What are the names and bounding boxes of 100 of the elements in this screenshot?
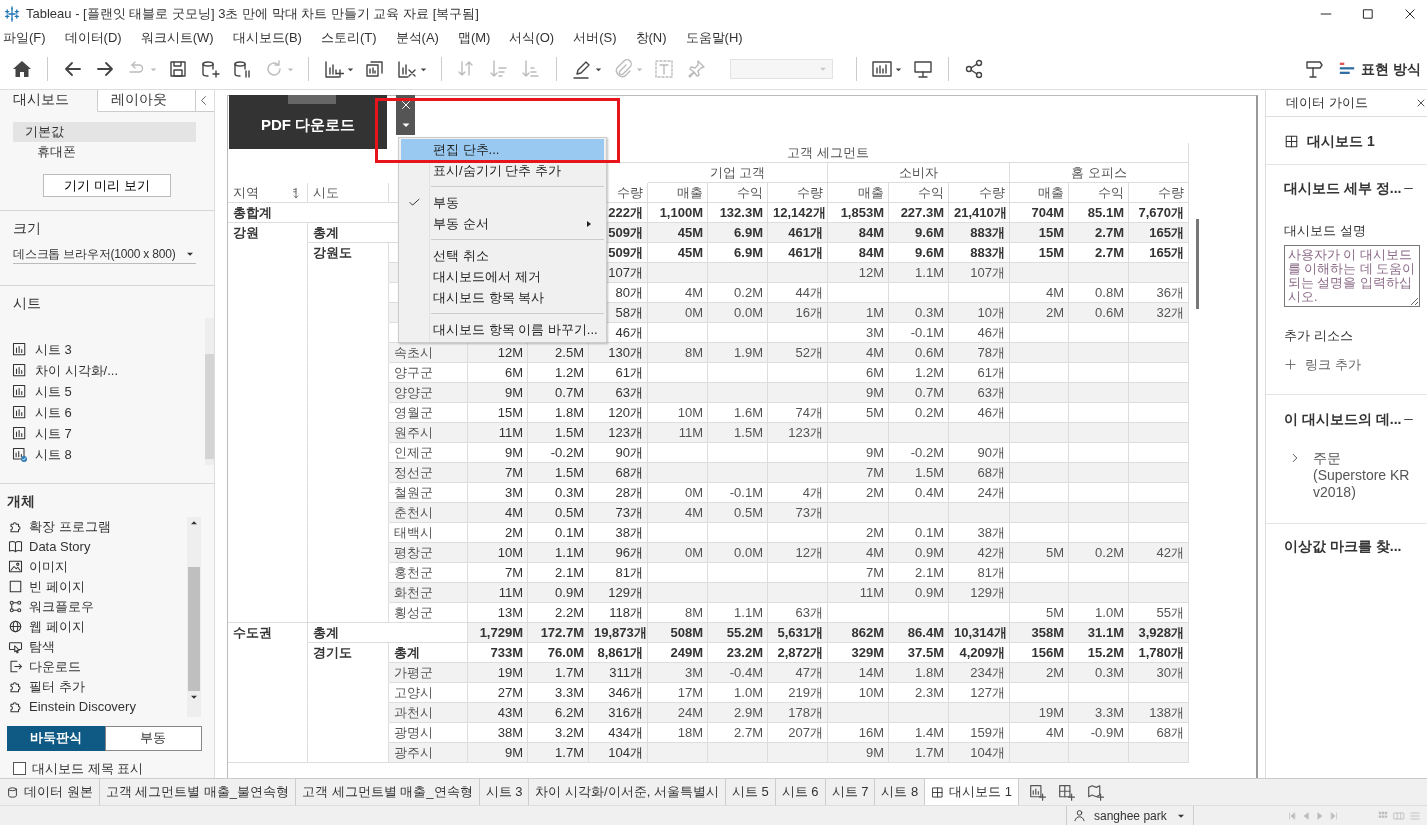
app-logo-icon	[4, 5, 20, 22]
empty: 129개	[949, 583, 1010, 603]
menu-item[interactable]: 표시/숨기기 단추 추가	[401, 160, 604, 181]
object-item[interactable]: 필터 추가	[0, 676, 187, 697]
table-cell: 1.5M	[528, 423, 589, 443]
empty: 42개	[1129, 543, 1189, 563]
menu-item[interactable]: 서버(S)	[571, 28, 624, 48]
scrollbar-thumb[interactable]	[205, 354, 214, 460]
layout-toggle-button[interactable]: 부동	[104, 725, 202, 751]
scrollbar-thumb[interactable]	[188, 566, 200, 691]
object-item[interactable]: 확장 프로그램	[0, 516, 187, 537]
save-icon	[168, 59, 188, 79]
object-item[interactable]: 이미지	[0, 556, 187, 577]
bar-chart-icon	[872, 59, 892, 79]
download-button-object[interactable]: PDF 다운로드	[229, 95, 387, 149]
empty: 12개	[768, 543, 828, 563]
object-item[interactable]: Einstein Discovery	[0, 696, 187, 717]
menu-item[interactable]: 도움말(H)	[683, 28, 750, 48]
empty: 316개	[589, 703, 648, 723]
empty: 129개	[589, 583, 648, 603]
column-header: 수량	[949, 183, 1010, 203]
empty: 358M	[1010, 623, 1069, 643]
empty: 1.8M	[889, 663, 949, 683]
table-cell: 6.2M	[528, 703, 589, 723]
device-item[interactable]: 기본값	[13, 121, 196, 142]
menu-item[interactable]: 맵(M)	[455, 28, 498, 48]
description-field[interactable]: 사용자가 이 대시보드를 이해하는 데 도움이 되는 설명을 입력하십시오.	[1284, 244, 1420, 307]
empty: 0.9M	[889, 543, 949, 563]
sheet-list-item[interactable]: 시트 7	[0, 423, 205, 445]
section-title: 시트	[12, 295, 42, 314]
sheet-tab[interactable]: 대시보드 1	[925, 779, 1020, 805]
column-header[interactable]: 지역	[228, 183, 308, 203]
user-menu[interactable]: sanghee park	[1066, 805, 1194, 825]
new-dashboard-icon[interactable]	[1058, 783, 1076, 801]
object-item[interactable]: 다운로드	[0, 656, 187, 677]
empty: 63개	[589, 383, 648, 403]
empty: 0.9M	[889, 583, 949, 603]
empty: 16개	[768, 303, 828, 323]
close-icon[interactable]	[1415, 97, 1427, 109]
object-item[interactable]: 빈 페이지	[0, 576, 187, 597]
size-dropdown[interactable]: 데스크톱 브라우저(1000 x 800)	[13, 245, 196, 265]
add-link-button[interactable]: 링크 추가	[1284, 354, 1415, 374]
sheet-list-item[interactable]: 시트 6	[0, 402, 205, 424]
menu-item[interactable]: 서식(O)	[507, 28, 562, 48]
pin-icon	[686, 59, 706, 79]
sheet-list-item[interactable]: 시트 5	[0, 381, 205, 403]
empty: 96개	[589, 543, 648, 563]
data-source-item[interactable]: 주문 (Superstore KR v2018)	[1313, 450, 1415, 501]
table-cell: 11M	[468, 423, 528, 443]
device-preview-button[interactable]: 기기 미리 보기	[43, 173, 171, 198]
object-item[interactable]: Data Story	[0, 536, 187, 557]
empty: 1.5M	[708, 423, 768, 443]
close-icon[interactable]	[1403, 6, 1417, 21]
new-story-icon[interactable]	[1087, 783, 1105, 801]
sheet-list-item[interactable]: 차이 시각화/...	[0, 360, 205, 382]
more-options-button[interactable]	[396, 115, 415, 135]
database-add-icon	[200, 59, 220, 79]
empty: 104개	[949, 743, 1010, 763]
menu-item[interactable]: 창(N)	[633, 28, 674, 48]
database-pause-icon	[232, 59, 252, 79]
text-box-icon	[654, 59, 674, 79]
signpost-icon[interactable]	[1304, 59, 1325, 79]
object-item[interactable]: 웹 페이지	[0, 616, 187, 637]
empty: 12M	[828, 263, 889, 283]
empty: 0.6M	[1069, 303, 1129, 323]
object-item[interactable]: 워크플로우	[0, 596, 187, 617]
sheet-list-item[interactable]: 시트 8	[0, 444, 205, 466]
device-item[interactable]: 휴대폰	[13, 141, 196, 162]
checkbox[interactable]	[13, 761, 26, 775]
new-worksheet-icon[interactable]	[1029, 783, 1047, 801]
empty: 2M	[1010, 303, 1069, 323]
menu-item[interactable]: 편집 단추...	[401, 139, 604, 160]
menu-item[interactable]: 분석(A)	[393, 28, 446, 48]
column-header[interactable]: 시도	[308, 183, 389, 203]
empty: 10개	[949, 303, 1010, 323]
object-item[interactable]: 탐색	[0, 636, 187, 657]
forward-arrow-icon	[95, 59, 115, 79]
menu-item[interactable]: 데이터(D)	[62, 28, 129, 48]
empty: 4M	[828, 543, 889, 563]
column-header: 수량	[768, 183, 828, 203]
menu-item[interactable]: 파일(F)	[1, 28, 53, 48]
layout-toggle-button[interactable]: 바둑판식	[7, 725, 105, 751]
menu-item[interactable]: 스토리(T)	[318, 28, 384, 48]
empty: 0M	[648, 303, 708, 323]
empty: 32개	[1129, 303, 1189, 323]
panel-tab[interactable]: 레이아웃	[98, 90, 196, 112]
menu-item[interactable]: 대시보드(B)	[230, 28, 309, 48]
empty: 8M	[648, 343, 708, 363]
sheet-list-item[interactable]: 시트 3	[0, 339, 205, 361]
menu-item[interactable]: 워크시트(W)	[138, 28, 221, 48]
blank-page-icon	[8, 579, 23, 594]
column-header: 수량	[1129, 183, 1189, 203]
drag-handle[interactable]	[288, 95, 336, 104]
scrollbar-thumb[interactable]	[1196, 219, 1199, 309]
empty: 47개	[768, 663, 828, 683]
presentation-mode-button[interactable]: 표현 방식	[1338, 58, 1421, 80]
empty: 6.9M	[708, 223, 768, 243]
section-title: 이상값 마크를 찾...	[1284, 537, 1402, 556]
empty: 45M	[648, 223, 708, 243]
maximize-icon[interactable]	[1361, 6, 1375, 21]
